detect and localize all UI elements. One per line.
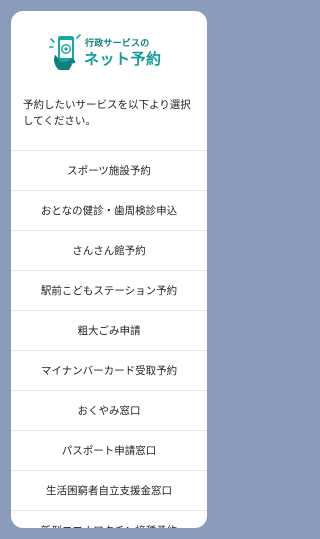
smartphone-hand-icon: [49, 34, 81, 70]
menu-item-adult-checkup[interactable]: おとなの健診・歯周検診申込: [11, 190, 207, 230]
logo: 行政サービスの ネット予約: [49, 33, 179, 77]
menu-item-mynumber-card[interactable]: マイナンバーカード受取予約: [11, 350, 207, 390]
service-card: 行政サービスの ネット予約 予約したいサービスを以下より選択してください。 スポ…: [11, 11, 207, 528]
menu-item-sansan-hall[interactable]: さんさん館予約: [11, 230, 207, 270]
menu-item-livelihood-support[interactable]: 生活困窮者自立支援金窓口: [11, 470, 207, 510]
service-menu: スポーツ施設予約 おとなの健診・歯周検診申込 さんさん館予約 駅前こどもステーシ…: [11, 150, 207, 528]
menu-item-kids-station[interactable]: 駅前こどもステーション予約: [11, 270, 207, 310]
menu-item-bereavement[interactable]: おくやみ窓口: [11, 390, 207, 430]
menu-item-covid-vaccine[interactable]: 新型コロナワクチン接種予約: [11, 510, 207, 528]
menu-item-bulky-waste[interactable]: 粗大ごみ申請: [11, 310, 207, 350]
menu-item-passport[interactable]: パスポート申請窓口: [11, 430, 207, 470]
logo-title: ネット予約: [84, 50, 162, 68]
menu-item-sports-facility[interactable]: スポーツ施設予約: [11, 150, 207, 190]
intro-text: 予約したいサービスを以下より選択してください。: [23, 99, 191, 127]
